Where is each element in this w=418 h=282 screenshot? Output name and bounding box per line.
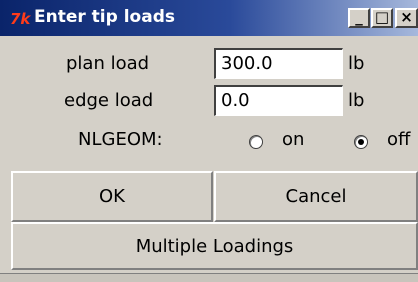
title-bar[interactable]: 7k Enter tip loads _ □ × [0, 0, 418, 36]
edge-load-input[interactable]: 0.0 [214, 85, 343, 116]
nlgeom-label: NLGEOM: [78, 129, 163, 150]
maximize-button[interactable]: □ [371, 8, 393, 28]
ok-button-label: OK [99, 186, 125, 207]
edge-load-label: edge load [64, 90, 154, 111]
plan-load-input[interactable]: 300.0 [214, 48, 343, 79]
multiple-loadings-label: Multiple Loadings [135, 235, 294, 257]
window-title: Enter tip loads [34, 7, 175, 27]
nlgeom-on-radio[interactable] [249, 135, 263, 149]
nlgeom-off-radio[interactable] [354, 135, 368, 149]
edge-load-unit: lb [348, 90, 365, 111]
plan-load-label: plan load [66, 53, 150, 74]
cancel-button[interactable]: Cancel [214, 171, 418, 222]
multiple-loadings-button[interactable]: Multiple Loadings [11, 222, 418, 270]
maximize-icon: □ [374, 8, 390, 26]
minimize-button[interactable]: _ [348, 8, 370, 28]
cancel-button-label: Cancel [285, 186, 347, 207]
close-icon: × [400, 8, 413, 26]
close-button[interactable]: × [395, 8, 418, 28]
plan-load-unit: lb [348, 53, 365, 74]
tk-app-icon[interactable]: 7k [10, 10, 32, 28]
ok-button[interactable]: OK [11, 171, 213, 222]
nlgeom-off-label[interactable]: off [387, 129, 410, 150]
nlgeom-on-label[interactable]: on [282, 129, 304, 150]
minimize-icon: _ [355, 8, 363, 26]
